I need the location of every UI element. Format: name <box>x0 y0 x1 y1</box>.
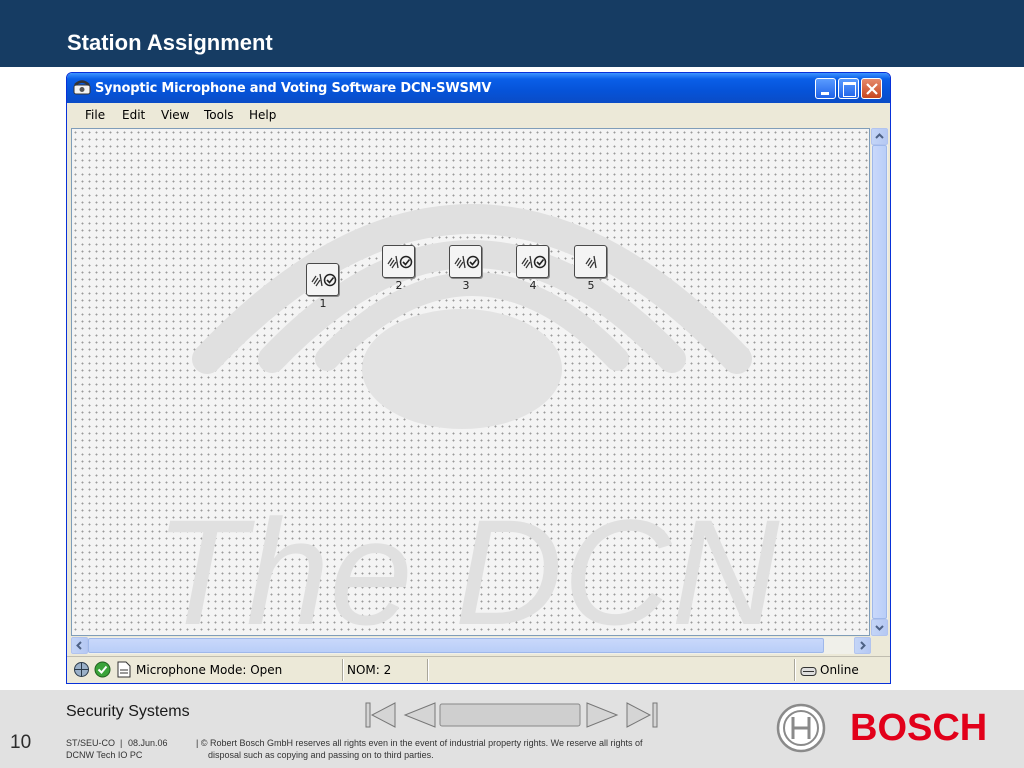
seat-1[interactable] <box>306 263 339 296</box>
scroll-right-button[interactable] <box>854 637 871 654</box>
connection-status: Online <box>820 663 859 677</box>
seat-label: 5 <box>587 279 595 292</box>
globe-icon[interactable] <box>73 661 90 678</box>
menu-tools[interactable]: Tools <box>204 108 234 122</box>
status-bar: Microphone Mode: Open NOM: 2 Online <box>67 656 890 683</box>
nom-status: NOM: 2 <box>347 663 392 677</box>
menu-edit[interactable]: Edit <box>122 108 145 122</box>
vertical-scroll-thumb[interactable] <box>872 145 887 619</box>
previous-slide-button[interactable] <box>403 702 436 728</box>
menu-view[interactable]: View <box>161 108 189 122</box>
check-circle-icon[interactable] <box>94 661 111 678</box>
close-icon <box>866 83 878 95</box>
footer-copyright-line1: | © Robert Bosch GmbH reserves all right… <box>196 738 643 748</box>
slide-footer: 10 Security Systems ST/SEU-CO | 08.Jun.0… <box>0 690 1024 768</box>
horizontal-scrollbar[interactable] <box>71 637 871 654</box>
chevron-down-icon <box>875 625 884 631</box>
scroll-left-button[interactable] <box>71 637 88 654</box>
slide-progress-bar <box>439 703 581 727</box>
minimize-button[interactable] <box>815 78 836 99</box>
seat-label: 1 <box>319 297 327 310</box>
microphone-check-icon <box>311 273 337 287</box>
seat-label: 4 <box>529 279 537 292</box>
last-slide-button[interactable] <box>626 702 658 728</box>
footer-copyright-line2: disposal such as copying and passing on … <box>208 750 434 760</box>
horizontal-scroll-thumb[interactable] <box>88 638 824 653</box>
seat-5[interactable] <box>574 245 607 278</box>
chevron-left-icon <box>76 641 82 650</box>
slide-title: Station Assignment <box>67 30 273 55</box>
app-window: Synoptic Microphone and Voting Software … <box>66 72 891 684</box>
watermark-text: The DCN <box>154 488 780 636</box>
status-divider <box>427 659 428 681</box>
footer-dept: DCNW Tech IO PC <box>66 750 143 760</box>
footer-separator: | <box>120 738 123 748</box>
microphone-mode-status: Microphone Mode: Open <box>136 663 283 677</box>
microphone-check-icon <box>454 255 480 269</box>
document-icon[interactable] <box>115 661 132 678</box>
menu-help[interactable]: Help <box>249 108 276 122</box>
microphone-icon <box>585 255 597 269</box>
next-slide-button[interactable] <box>586 702 619 728</box>
seat-label: 3 <box>462 279 470 292</box>
seat-3[interactable] <box>449 245 482 278</box>
menu-bar: File Edit View Tools Help <box>67 103 890 125</box>
window-title: Synoptic Microphone and Voting Software … <box>95 81 492 96</box>
microphone-check-icon <box>387 255 413 269</box>
telephone-app-icon <box>73 80 91 95</box>
window-titlebar[interactable]: Synoptic Microphone and Voting Software … <box>67 73 890 103</box>
slide-header: Station Assignment <box>0 0 1024 67</box>
slide-number: 10 <box>10 732 32 753</box>
microphone-check-icon <box>521 255 547 269</box>
footer-code: ST/SEU-CO <box>66 738 116 748</box>
first-slide-button[interactable] <box>365 702 396 728</box>
status-divider <box>342 659 343 681</box>
close-button[interactable] <box>861 78 882 99</box>
chevron-right-icon <box>860 641 866 650</box>
company-name: Security Systems <box>66 703 190 720</box>
footer-date: 08.Jun.06 <box>128 738 168 748</box>
chevron-up-icon <box>875 133 884 139</box>
vertical-scrollbar[interactable] <box>871 128 888 636</box>
maximize-button[interactable] <box>838 78 859 99</box>
seat-4[interactable] <box>516 245 549 278</box>
bosch-wordmark: BOSCH <box>850 707 988 749</box>
menu-file[interactable]: File <box>85 108 105 122</box>
status-divider <box>794 659 795 681</box>
scroll-down-button[interactable] <box>871 619 888 636</box>
slide-navigation <box>365 702 658 728</box>
scroll-up-button[interactable] <box>871 128 888 145</box>
synoptic-canvas[interactable]: The DCN 1 2 3 4 5 <box>71 128 870 636</box>
seat-label: 2 <box>395 279 403 292</box>
bosch-armature-logo <box>776 703 826 753</box>
network-drive-icon <box>800 667 817 676</box>
seat-2[interactable] <box>382 245 415 278</box>
dcn-watermark: The DCN <box>154 204 780 636</box>
slide: Station Assignment Synoptic Microphone a… <box>0 0 1024 768</box>
